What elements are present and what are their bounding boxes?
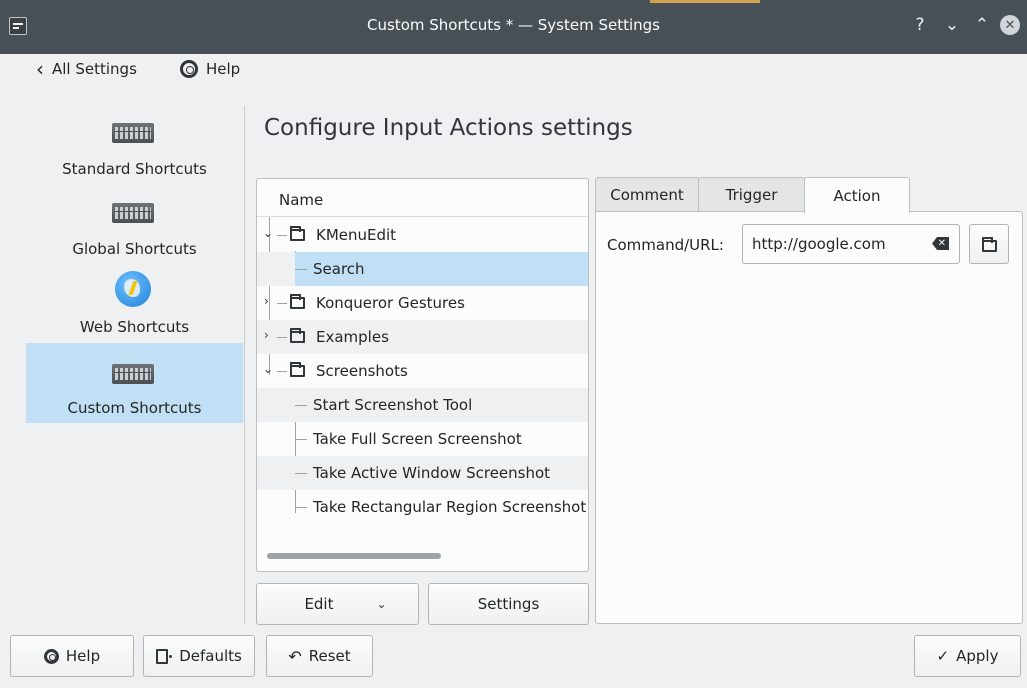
reset-button-label: Reset: [308, 647, 351, 665]
close-icon[interactable]: ✕: [1000, 15, 1020, 35]
tree-row-label: Search: [313, 260, 365, 278]
command-url-input[interactable]: [742, 224, 960, 264]
chevron-down-icon[interactable]: ⌄: [263, 226, 273, 240]
sidebar: Standard Shortcuts Global Shortcuts Web …: [26, 106, 243, 624]
top-navigation: ‹ All Settings Help: [0, 58, 1027, 88]
apply-button[interactable]: ✓ Apply: [914, 635, 1021, 677]
tree-line: [277, 303, 287, 304]
chevron-right-icon[interactable]: ›: [264, 328, 269, 342]
tree-row-label: KMenuEdit: [316, 226, 397, 244]
edit-dropdown-button[interactable]: Edit ⌄: [256, 583, 419, 625]
sidebar-item-custom-shortcuts[interactable]: Custom Shortcuts: [26, 343, 243, 423]
help-icon[interactable]: ?: [908, 13, 932, 37]
tree-row-take-rectangular-region-screenshot[interactable]: Take Rectangular Region Screenshot: [257, 490, 588, 524]
tree-row-konqueror-gestures[interactable]: › Konqueror Gestures: [257, 286, 588, 320]
browse-button[interactable]: [969, 224, 1009, 264]
all-settings-button[interactable]: ‹ All Settings: [36, 57, 137, 81]
tree-line: [277, 371, 287, 372]
reset-button[interactable]: ↶ Reset: [266, 635, 373, 677]
chevron-down-icon[interactable]: ⌄: [263, 362, 273, 376]
maximize-icon[interactable]: ⌃: [970, 13, 994, 37]
help-button[interactable]: Help: [10, 635, 134, 677]
tree-row-label: Start Screenshot Tool: [313, 396, 473, 414]
tree-line: [277, 337, 287, 338]
tree-row-label: Take Full Screen Screenshot: [313, 430, 522, 448]
folder-icon: [290, 328, 305, 343]
sidebar-item-label: Web Shortcuts: [79, 318, 190, 336]
tree-line: [295, 269, 307, 270]
defaults-button[interactable]: Defaults: [143, 635, 255, 677]
tree-line: [277, 235, 287, 236]
sidebar-item-label: Custom Shortcuts: [67, 399, 202, 417]
sidebar-item-global-shortcuts[interactable]: Global Shortcuts: [26, 186, 243, 266]
tab-trigger[interactable]: Trigger: [698, 177, 805, 212]
lifebuoy-icon: [43, 648, 59, 664]
folder-icon: [290, 294, 305, 309]
chevron-down-icon: ⌄: [376, 597, 387, 611]
page-title: Configure Input Actions settings: [264, 115, 633, 141]
keyboard-icon: [112, 364, 154, 384]
lifebuoy-icon: [180, 60, 198, 78]
globe-icon: [115, 271, 151, 307]
tree-row-label: Screenshots: [316, 362, 408, 380]
apply-button-label: Apply: [956, 647, 999, 665]
tree-line: [295, 473, 307, 474]
tree-row-start-screenshot-tool[interactable]: Start Screenshot Tool: [257, 388, 588, 422]
help-nav-button[interactable]: Help: [180, 60, 240, 78]
chevron-right-icon[interactable]: ›: [264, 294, 269, 308]
sidebar-item-label: Standard Shortcuts: [62, 160, 207, 178]
tree-row-kmenuedit[interactable]: ⌄ KMenuEdit: [257, 218, 588, 252]
tab-comment[interactable]: Comment: [595, 177, 699, 212]
tree-row-take-active-window-screenshot[interactable]: Take Active Window Screenshot: [257, 456, 588, 490]
undo-icon: ↶: [288, 646, 302, 666]
window-title: Custom Shortcuts * — System Settings: [367, 16, 660, 34]
tree-row-label: Konqueror Gestures: [316, 294, 465, 312]
actions-tree[interactable]: Name ⌄ KMenuEdit Search › Konqueror Gest…: [256, 178, 589, 572]
defaults-button-label: Defaults: [179, 647, 242, 665]
tree-row-take-full-screen-screenshot[interactable]: Take Full Screen Screenshot: [257, 422, 588, 456]
tree-row-label: Examples: [316, 328, 389, 346]
chevron-left-icon: ‹: [36, 57, 44, 81]
edit-button-label: Edit: [304, 595, 334, 613]
sidebar-item-standard-shortcuts[interactable]: Standard Shortcuts: [26, 106, 243, 186]
tree-row-label: Take Active Window Screenshot: [313, 464, 551, 482]
command-url-label: Command/URL:: [607, 236, 724, 254]
tree-line: [295, 405, 307, 406]
folder-icon: [982, 237, 997, 252]
sidebar-item-web-shortcuts[interactable]: Web Shortcuts: [26, 266, 243, 346]
defaults-icon: [156, 648, 173, 664]
horizontal-scrollbar[interactable]: [267, 553, 441, 559]
sidebar-divider: [244, 106, 245, 624]
checkmark-icon: ✓: [936, 647, 950, 665]
tree-line: [295, 507, 307, 508]
sidebar-item-label: Global Shortcuts: [72, 240, 197, 258]
folder-icon: [290, 362, 305, 377]
tree-row-screenshots[interactable]: ⌄ Screenshots: [257, 354, 588, 388]
tree-row-examples[interactable]: › Examples: [257, 320, 588, 354]
action-tab-panel: [595, 211, 1023, 624]
window-titlebar[interactable]: Custom Shortcuts * — System Settings ? ⌄…: [0, 0, 1027, 54]
tree-header-name[interactable]: Name: [257, 179, 588, 217]
tree-row-search[interactable]: Search: [257, 252, 588, 286]
help-button-label: Help: [65, 647, 101, 665]
keyboard-icon: [112, 203, 154, 223]
titlebar-accent: [650, 0, 760, 3]
tree-row-label: Take Rectangular Region Screenshot: [313, 498, 587, 516]
tree-line: [295, 439, 307, 440]
all-settings-label: All Settings: [52, 60, 137, 78]
settings-button[interactable]: Settings: [428, 583, 589, 625]
minimize-icon[interactable]: ⌄: [940, 13, 964, 37]
keyboard-icon: [112, 123, 154, 143]
help-nav-label: Help: [206, 60, 241, 78]
folder-icon: [290, 226, 305, 241]
tab-action[interactable]: Action: [804, 177, 910, 213]
